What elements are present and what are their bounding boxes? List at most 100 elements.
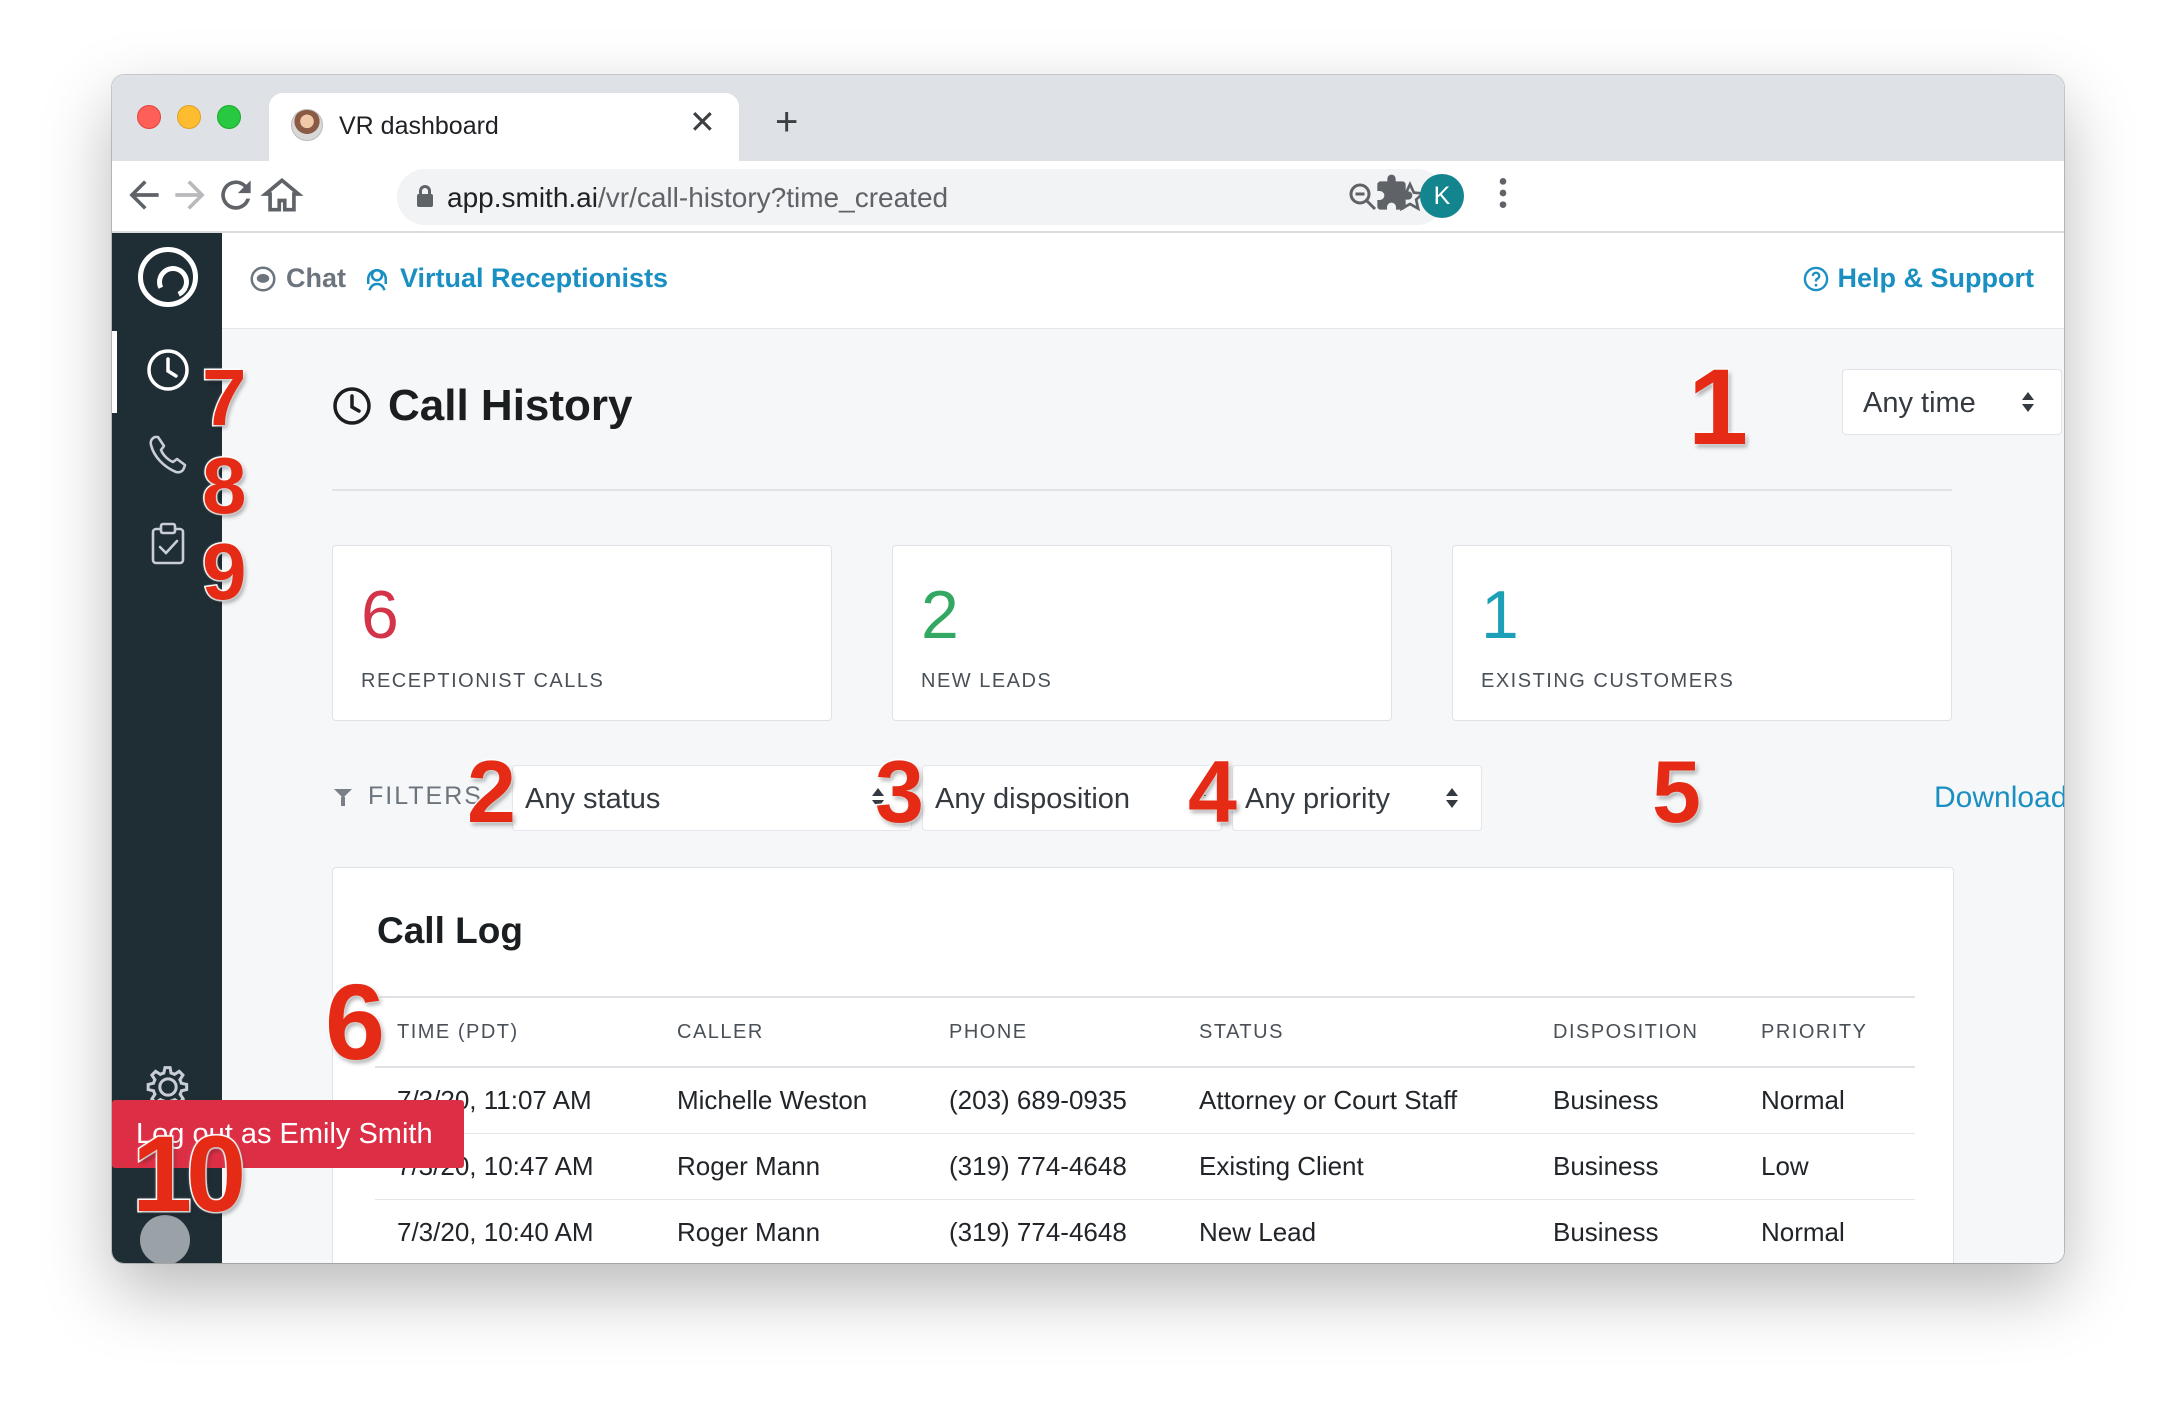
- clock-icon[interactable]: [140, 342, 196, 398]
- callout-9: 9: [201, 527, 248, 616]
- cell-status: Existing Client: [1177, 1133, 1531, 1200]
- callout-10: 10: [130, 1113, 247, 1234]
- close-window-button[interactable]: [137, 105, 161, 129]
- column-header[interactable]: PRIORITY: [1739, 996, 1915, 1068]
- cell-phone: (319) 774-4648: [927, 1133, 1177, 1200]
- call-log-table: TIME (PDT) CALLER PHONE STATUS DISPOSITI…: [375, 996, 1915, 1263]
- stat-card-new-leads: 2 NEW LEADS: [892, 545, 1392, 721]
- callout-5: 5: [1651, 742, 1703, 841]
- menu-icon[interactable]: [1481, 173, 1525, 217]
- new-tab-button[interactable]: +: [775, 102, 798, 142]
- clock-icon: [333, 387, 371, 425]
- browser-tab[interactable]: VR dashboard ✕: [269, 93, 739, 161]
- stat-card-receptionist-calls: 6 RECEPTIONIST CALLS: [332, 545, 832, 721]
- column-header[interactable]: STATUS: [1177, 996, 1531, 1068]
- select-arrows-icon: [1445, 786, 1459, 812]
- stat-label: NEW LEADS: [921, 670, 1053, 692]
- profile-avatar[interactable]: K: [1420, 174, 1464, 218]
- url-text[interactable]: app.smith.ai/vr/call-history?time_create…: [447, 182, 948, 214]
- cell-priority: Low: [1739, 1133, 1915, 1200]
- cell-caller: Michelle Weston: [655, 1067, 927, 1134]
- disposition-filter-value: Any disposition: [935, 783, 1131, 815]
- column-header[interactable]: PHONE: [927, 996, 1177, 1068]
- time-filter-value: Any time: [1863, 387, 1976, 419]
- nav-virtual-receptionists[interactable]: Virtual Receptionists: [362, 263, 668, 294]
- home-icon[interactable]: [260, 173, 304, 217]
- tab-close-icon[interactable]: ✕: [689, 106, 716, 138]
- callout-3: 3: [874, 742, 926, 841]
- page-title: Call History: [388, 381, 633, 430]
- smith-logo-icon[interactable]: [138, 247, 198, 307]
- filters-label: FILTERS: [368, 782, 483, 810]
- tab-title: VR dashboard: [339, 112, 499, 140]
- cell-status: Attorney or Court Staff: [1177, 1067, 1531, 1134]
- cell-priority: Normal: [1739, 1199, 1915, 1263]
- cell-caller: Roger Mann: [655, 1133, 927, 1200]
- tab-strip: VR dashboard ✕ +: [112, 75, 2064, 161]
- cell-phone: (319) 774-4648: [927, 1199, 1177, 1263]
- header-divider: [332, 489, 1952, 491]
- page-header: Call History: [332, 381, 633, 431]
- reload-icon[interactable]: [214, 173, 258, 217]
- extensions-icon[interactable]: [1372, 173, 1416, 217]
- sidebar-active-indicator: [112, 331, 117, 413]
- nav-chat-label: Chat: [286, 263, 346, 293]
- status-filter-value: Any status: [525, 783, 661, 815]
- call-log-title: Call Log: [377, 910, 523, 951]
- call-log-card: Call Log TIME (PDT) CALLER PHONE STATUS …: [332, 867, 1954, 1263]
- callout-2: 2: [466, 742, 518, 841]
- cell-priority: Normal: [1739, 1067, 1915, 1134]
- lock-icon: [417, 185, 433, 207]
- maximize-window-button[interactable]: [217, 105, 241, 129]
- top-navigation: Chat Virtual Receptionists Help & Suppor…: [222, 233, 2064, 329]
- callout-7: 7: [201, 353, 248, 442]
- minimize-window-button[interactable]: [177, 105, 201, 129]
- stat-value: 1: [1481, 577, 1519, 653]
- stat-value: 2: [921, 577, 959, 653]
- clipboard-check-icon[interactable]: [140, 516, 196, 572]
- cell-time: 7/3/20, 10:40 AM: [375, 1199, 655, 1263]
- column-header[interactable]: CALLER: [655, 996, 927, 1068]
- callout-8: 8: [201, 441, 248, 530]
- callout-6: 6: [323, 961, 386, 1082]
- table-row[interactable]: 7/3/20, 11:07 AM Michelle Weston (203) 6…: [375, 1067, 1915, 1134]
- nav-help-support[interactable]: Help & Support: [1802, 263, 2035, 294]
- favicon-icon: [291, 109, 323, 141]
- nav-vr-label: Virtual Receptionists: [400, 263, 669, 293]
- download-csv-link[interactable]: Download CSV: [1934, 781, 2064, 815]
- cell-disposition: Business: [1531, 1199, 1739, 1263]
- stat-value: 6: [361, 577, 399, 653]
- cell-status: New Lead: [1177, 1199, 1531, 1263]
- stat-card-existing-customers: 1 EXISTING CUSTOMERS: [1452, 545, 1952, 721]
- phone-icon[interactable]: [140, 427, 196, 483]
- chat-icon: [250, 266, 276, 291]
- column-header[interactable]: TIME (PDT): [375, 996, 655, 1068]
- callout-1: 1: [1686, 346, 1749, 467]
- callout-4: 4: [1187, 742, 1239, 841]
- filter-funnel-icon: [334, 789, 352, 807]
- stat-label: EXISTING CUSTOMERS: [1481, 670, 1735, 692]
- stat-label: RECEPTIONIST CALLS: [361, 670, 605, 692]
- time-filter-select[interactable]: Any time: [1842, 369, 2062, 435]
- disposition-filter-select[interactable]: Any disposition: [922, 765, 1222, 831]
- cell-disposition: Business: [1531, 1133, 1739, 1200]
- nav-help-label: Help & Support: [1837, 263, 2035, 293]
- priority-filter-select[interactable]: Any priority: [1232, 765, 1482, 831]
- back-icon[interactable]: [122, 173, 166, 217]
- status-filter-select[interactable]: Any status: [512, 765, 912, 831]
- browser-window: VR dashboard ✕ + app.smith.ai/vr/call-hi…: [112, 75, 2064, 1263]
- cell-phone: (203) 689-0935: [927, 1067, 1177, 1134]
- table-header-row: TIME (PDT) CALLER PHONE STATUS DISPOSITI…: [375, 996, 1915, 1068]
- priority-filter-value: Any priority: [1245, 783, 1391, 815]
- question-circle-icon: [1803, 266, 1828, 291]
- browser-toolbar: app.smith.ai/vr/call-history?time_create…: [112, 161, 2064, 233]
- column-header[interactable]: DISPOSITION: [1531, 996, 1739, 1068]
- forward-icon[interactable]: [168, 173, 212, 217]
- cell-disposition: Business: [1531, 1067, 1739, 1134]
- table-row[interactable]: 7/3/20, 10:40 AM Roger Mann (319) 774-46…: [375, 1199, 1915, 1263]
- table-row[interactable]: 7/3/20, 10:47 AM Roger Mann (319) 774-46…: [375, 1133, 1915, 1200]
- address-bar[interactable]: app.smith.ai/vr/call-history?time_create…: [397, 169, 1445, 225]
- cell-caller: Roger Mann: [655, 1199, 927, 1263]
- select-arrows-icon: [2021, 390, 2035, 416]
- nav-chat[interactable]: Chat: [248, 263, 346, 294]
